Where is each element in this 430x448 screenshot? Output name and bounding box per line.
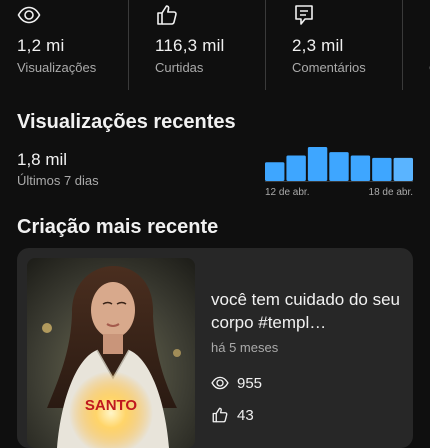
video-likes-value: 43	[237, 406, 254, 424]
chart-bar	[307, 147, 328, 181]
latest-video-card[interactable]: SANTO você tem cuidado do seu corpo #tem…	[17, 248, 413, 448]
comment-icon	[295, 5, 313, 25]
eye-icon	[17, 6, 41, 24]
chart-x-start-label: 12 de abr.	[265, 187, 309, 198]
video-thumbnail[interactable]: SANTO	[27, 258, 195, 448]
stat-likes[interactable]: 116,3 mil Curtidas	[128, 0, 265, 90]
chart-x-end-label: 18 de abr.	[369, 187, 413, 198]
chart-bar	[329, 152, 349, 181]
recent-views-title: Visualizações recentes	[17, 111, 236, 133]
chart-bar	[393, 157, 413, 181]
thumbnail-image: SANTO	[27, 258, 195, 448]
chart-bar	[350, 155, 371, 181]
stat-comments[interactable]: 2,3 mil Comentários	[265, 0, 402, 90]
latest-creation-title: Criação mais recente	[17, 216, 219, 238]
video-age: há 5 meses	[211, 340, 279, 355]
stat-value: 1,2 mi	[17, 36, 65, 55]
video-likes-metric: 43	[211, 406, 254, 424]
eye-icon	[211, 376, 229, 390]
recent-views-value: 1,8 mil	[17, 150, 68, 169]
thumbnail-text: SANTO	[85, 397, 138, 414]
thumbs-up-icon	[212, 407, 228, 423]
stat-value: 116,3 mil	[155, 36, 225, 55]
recent-views-chart[interactable]: 12 de abr. 18 de abr.	[264, 143, 414, 198]
thumbs-up-icon	[157, 5, 177, 25]
video-title[interactable]: você tem cuidado do seu corpo #templ…	[211, 288, 401, 334]
stats-row: 1,2 mi Visualizações 116,3 mil Curtidas …	[0, 0, 430, 90]
chart-bar	[286, 155, 306, 181]
chart-bar	[265, 162, 285, 181]
video-views-metric: 955	[211, 374, 262, 392]
recent-views-period: Últimos 7 dias	[17, 173, 99, 188]
stat-label: Curtidas	[155, 60, 204, 75]
stat-label: Comentários	[292, 60, 366, 75]
stat-value: 2,3 mil	[292, 36, 344, 55]
stat-shares[interactable]: 11 Co	[402, 0, 430, 90]
stat-label: Visualizações	[17, 60, 97, 75]
chart-bar	[372, 157, 392, 181]
stat-views[interactable]: 1,2 mi Visualizações	[0, 0, 128, 90]
video-views-value: 955	[237, 374, 263, 392]
